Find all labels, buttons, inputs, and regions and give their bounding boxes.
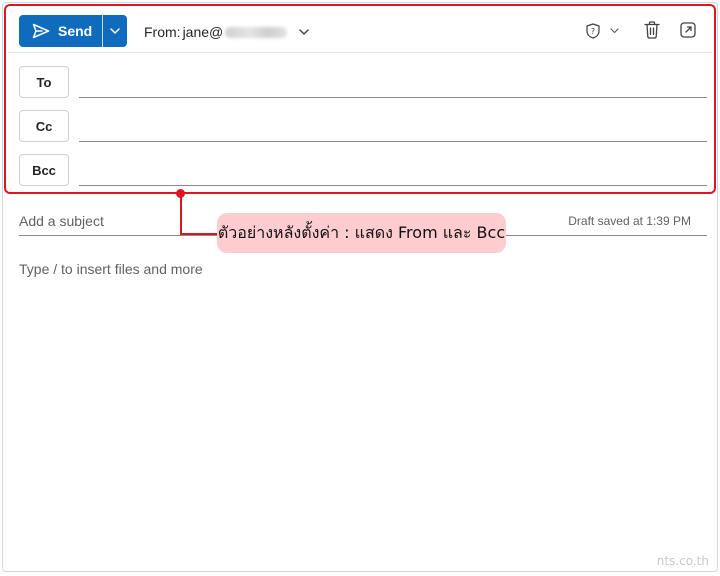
draft-status: Draft saved at 1:39 PM — [568, 214, 691, 228]
popout-button[interactable] — [676, 18, 700, 42]
cc-input[interactable] — [79, 111, 707, 141]
message-body[interactable]: Type / to insert files and more — [19, 261, 707, 551]
sensitivity-button[interactable]: ? — [581, 21, 623, 41]
from-label: From: — [144, 24, 181, 40]
discard-button[interactable] — [640, 18, 664, 42]
send-split-button: Send — [19, 15, 127, 47]
callout-line-vertical — [180, 194, 182, 235]
send-button[interactable]: Send — [19, 15, 102, 47]
chevron-down-icon — [299, 29, 309, 35]
to-button[interactable]: To — [19, 66, 69, 98]
toolbar-divider — [8, 52, 712, 53]
blurred-domain — [225, 26, 288, 38]
to-underline — [79, 97, 707, 98]
body-placeholder: Type / to insert files and more — [19, 261, 203, 277]
svg-text:?: ? — [590, 27, 594, 36]
send-icon — [32, 23, 50, 39]
callout-label: ตัวอย่างหลังตั้งค่า : แสดง From และ Bcc — [217, 213, 506, 253]
send-label: Send — [58, 23, 93, 39]
bcc-input[interactable] — [79, 155, 707, 185]
callout-line-horizontal — [180, 233, 218, 235]
to-input[interactable] — [79, 67, 707, 97]
send-divider — [102, 15, 103, 47]
bcc-underline — [79, 185, 707, 186]
from-selector[interactable]: From: jane@ — [144, 23, 309, 41]
compose-window: Send From: jane@ ? To Cc Bcc Add a subje… — [2, 2, 718, 572]
watermark: nts.co.th — [656, 554, 709, 568]
from-address: jane@ — [182, 24, 224, 40]
chevron-down-icon — [609, 28, 619, 34]
shield-icon: ? — [585, 23, 600, 39]
cc-button[interactable]: Cc — [19, 110, 69, 142]
send-options-button[interactable] — [103, 15, 127, 47]
chevron-down-icon — [110, 28, 120, 34]
trash-icon — [644, 21, 660, 39]
cc-underline — [79, 141, 707, 142]
popout-icon — [680, 22, 696, 38]
bcc-button[interactable]: Bcc — [19, 154, 69, 186]
